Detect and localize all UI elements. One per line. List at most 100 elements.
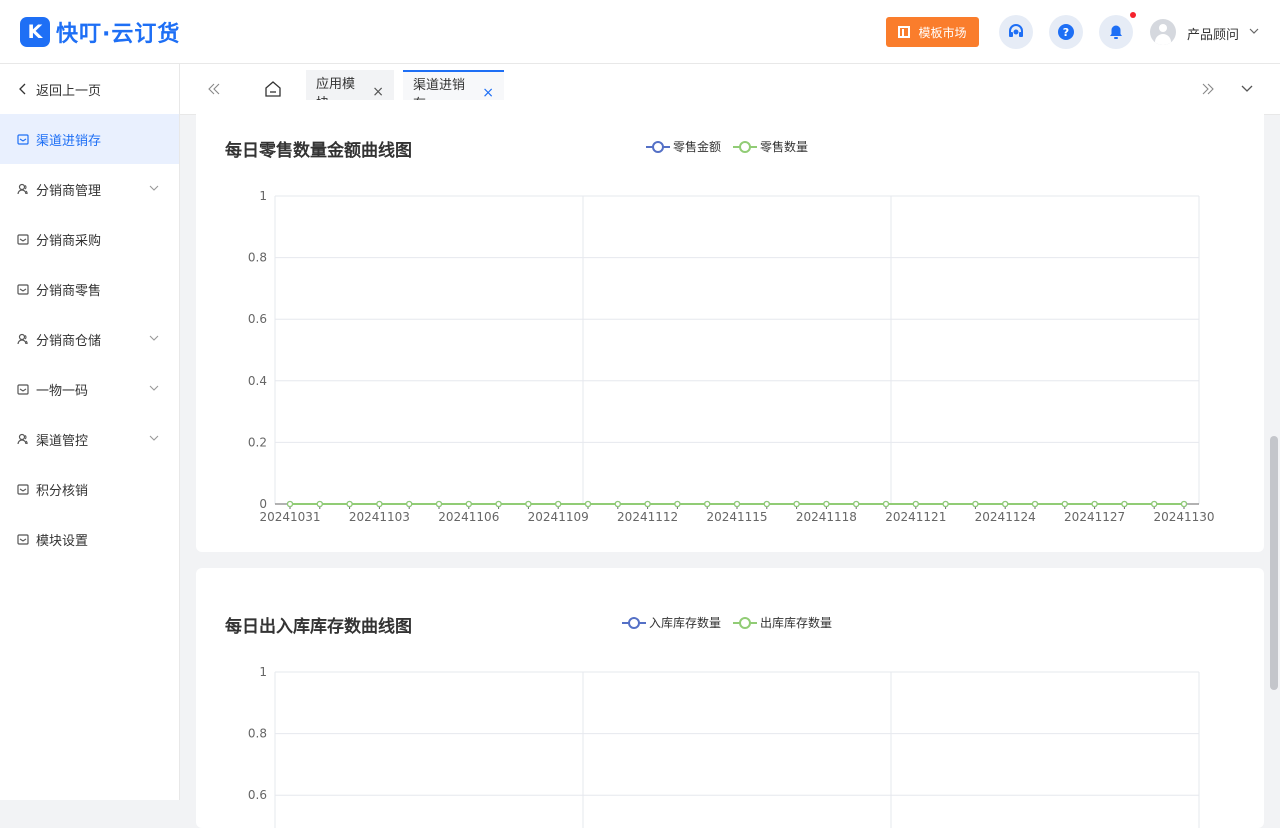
sidebar-item[interactable]: 分销商仓储 xyxy=(0,314,179,364)
calendar-icon xyxy=(17,384,29,395)
data-point xyxy=(555,500,562,508)
data-point xyxy=(495,500,502,508)
sidebar-item-label: 一物一码 xyxy=(36,383,89,399)
svg-text:?: ? xyxy=(1063,26,1069,39)
x-tick-label: 20241103 xyxy=(349,510,410,524)
sidebar-item-label: 分销商仓储 xyxy=(36,333,102,349)
calendar-icon xyxy=(17,284,29,295)
close-icon[interactable]: × xyxy=(372,84,384,100)
sidebar: 返回上一页 渠道进销存分销商管理分销商采购分销商零售分销商仓储一物一码渠道管控积… xyxy=(0,64,180,800)
stock-line-chart: 0.6 0.8 1 xyxy=(248,665,1200,828)
data-point xyxy=(435,500,443,508)
data-point xyxy=(286,500,294,508)
x-tick-label: 20241118 xyxy=(796,510,857,524)
home-icon[interactable] xyxy=(264,80,282,98)
data-point xyxy=(704,500,711,508)
sidebar-item-label: 分销商采购 xyxy=(36,233,102,249)
chevron-down-icon[interactable] xyxy=(1249,27,1259,35)
calendar-icon xyxy=(17,234,29,245)
tabs-scroll-left-icon[interactable] xyxy=(207,82,221,96)
x-tick-label: 20241031 xyxy=(259,510,320,524)
data-point xyxy=(942,500,949,508)
top-bar: K 快叮·云订货 模板市场 ? 产品顾问 xyxy=(0,0,1280,64)
data-point xyxy=(1151,500,1158,508)
headset-icon xyxy=(1009,24,1023,37)
customer-service-button[interactable] xyxy=(999,15,1033,49)
data-point xyxy=(316,500,323,508)
chevron-down-icon[interactable] xyxy=(149,184,159,192)
help-icon: ? xyxy=(1058,24,1074,40)
sidebar-item[interactable]: 渠道进销存 xyxy=(0,114,179,164)
y-tick-label: 1 xyxy=(259,665,267,679)
logo-icon: K xyxy=(20,17,50,47)
sidebar-item-label: 模块设置 xyxy=(36,533,89,549)
data-point xyxy=(406,500,413,508)
calendar-icon xyxy=(17,534,29,545)
x-tick-label: 20241127 xyxy=(1064,510,1125,524)
y-tick-label: 0.2 xyxy=(248,435,267,449)
sidebar-item-label: 分销商管理 xyxy=(36,183,102,199)
x-tick-label: 20241112 xyxy=(617,510,678,524)
x-tick-label: 20241115 xyxy=(706,510,767,524)
template-icon xyxy=(898,26,911,38)
calendar-icon xyxy=(17,134,29,145)
chevron-down-icon[interactable] xyxy=(149,384,159,392)
data-point xyxy=(823,500,830,508)
template-market-label: 模板市场 xyxy=(918,25,967,40)
data-point xyxy=(1180,500,1188,508)
retail-line-chart: 0 0.2 0.4 0.6 0.8 1 20241031 20241103 20241106 20… xyxy=(248,189,1215,524)
avatar-icon[interactable] xyxy=(1150,19,1176,45)
data-point xyxy=(465,500,472,508)
sidebar-item[interactable]: 模块设置 xyxy=(0,514,179,564)
chevron-down-icon[interactable] xyxy=(1240,82,1254,96)
sidebar-item[interactable]: 分销商管理 xyxy=(0,164,179,214)
y-tick-label: 0.6 xyxy=(248,788,267,802)
data-point xyxy=(614,500,621,508)
help-button[interactable]: ? xyxy=(1049,15,1083,49)
x-tick-label: 20241121 xyxy=(885,510,946,524)
sidebar-item[interactable]: 分销商零售 xyxy=(0,264,179,314)
x-tick-label: 20241109 xyxy=(528,510,589,524)
chevron-down-icon[interactable] xyxy=(149,334,159,342)
chevron-left-icon xyxy=(19,83,26,95)
sidebar-item[interactable]: 渠道管控 xyxy=(0,414,179,464)
sidebar-item[interactable]: 一物一码 xyxy=(0,364,179,414)
data-point xyxy=(584,500,592,508)
data-point xyxy=(793,500,800,508)
logo-text: 快叮·云订货 xyxy=(56,22,181,47)
back-button[interactable]: 返回上一页 xyxy=(0,64,179,114)
y-tick-label: 1 xyxy=(259,189,267,203)
data-point xyxy=(882,500,890,508)
retail-chart-card: 每日零售数量金额曲线图 零售金额 零售数量 0 0.2 0.4 0.6 0.8 1 2024… xyxy=(196,100,1264,552)
users-icon xyxy=(17,433,28,445)
data-point xyxy=(853,500,860,508)
sidebar-item-label: 分销商零售 xyxy=(36,283,102,299)
sidebar-item[interactable]: 积分核销 xyxy=(0,464,179,514)
tabs-scroll-right-icon[interactable] xyxy=(1201,82,1215,96)
data-point xyxy=(346,500,353,508)
x-tick-label: 20241124 xyxy=(975,510,1036,524)
data-point xyxy=(1121,500,1128,508)
data-point xyxy=(1002,500,1009,508)
data-point xyxy=(1061,500,1068,508)
data-point xyxy=(644,500,651,508)
template-market-button[interactable]: 模板市场 xyxy=(886,17,979,47)
y-tick-label: 0.4 xyxy=(248,374,267,388)
app-logo[interactable]: K 快叮·云订货 xyxy=(20,16,180,48)
data-point xyxy=(912,500,919,508)
bell-icon xyxy=(1110,25,1122,39)
sidebar-item-label: 渠道管控 xyxy=(36,433,89,449)
sidebar-item-label: 渠道进销存 xyxy=(36,133,102,149)
data-point xyxy=(1031,500,1039,508)
notification-badge xyxy=(1130,12,1136,18)
data-point xyxy=(525,500,532,508)
close-icon[interactable]: × xyxy=(482,85,494,101)
notification-button[interactable] xyxy=(1099,15,1133,49)
data-point xyxy=(763,500,770,508)
sidebar-item[interactable]: 分销商采购 xyxy=(0,214,179,264)
y-tick-label: 0.8 xyxy=(248,251,267,265)
chevron-down-icon[interactable] xyxy=(149,434,159,442)
data-point xyxy=(376,500,383,508)
scrollbar-thumb[interactable] xyxy=(1270,436,1278,690)
user-name[interactable]: 产品顾问 xyxy=(1187,24,1239,43)
